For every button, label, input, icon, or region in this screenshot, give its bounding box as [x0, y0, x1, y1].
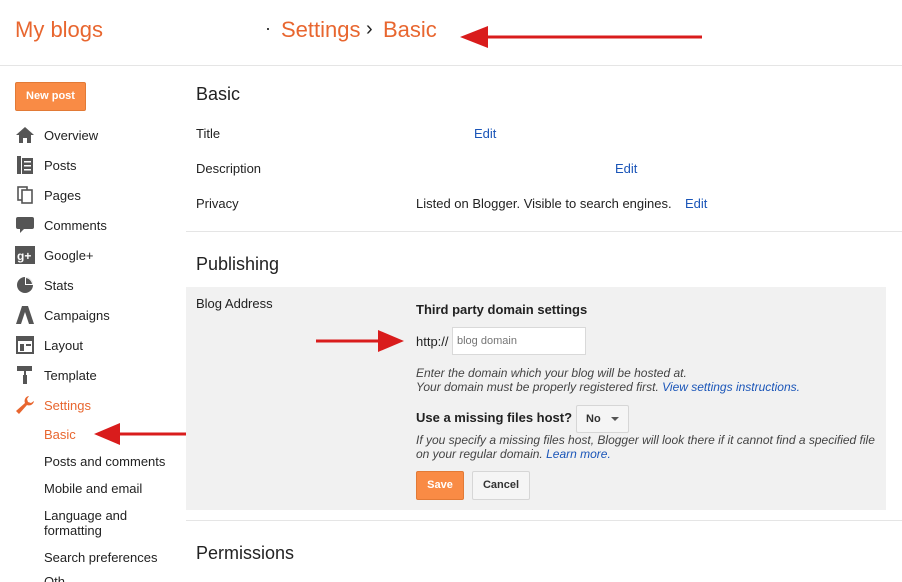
- missing-files-host-select[interactable]: No: [576, 405, 629, 433]
- breadcrumb-settings[interactable]: Settings: [281, 17, 361, 43]
- learn-more-link[interactable]: Learn more.: [546, 447, 611, 461]
- sidebar-item-stats[interactable]: Stats: [15, 274, 74, 296]
- breadcrumb-separator: ›: [366, 18, 373, 40]
- sidebar-subitem-mobile-and-email[interactable]: Mobile and email: [44, 481, 142, 496]
- domain-help-line-2: Your domain must be properly registered …: [416, 380, 800, 394]
- permissions-section-title: Permissions: [196, 543, 295, 563]
- sidebar-item-label: Layout: [44, 337, 84, 353]
- svg-text:g+: g+: [17, 249, 31, 263]
- privacy-value: Listed on Blogger. Visible to search eng…: [416, 196, 672, 211]
- publishing-section-title: Publishing: [196, 254, 280, 274]
- missing-files-host-label: Use a missing files host?: [416, 410, 573, 425]
- settings-instructions-link[interactable]: View settings instructions.: [662, 380, 800, 394]
- sidebar-subitem-basic[interactable]: Basic: [44, 427, 76, 442]
- blog-domain-input[interactable]: [452, 327, 586, 355]
- sidebar-subitem-other[interactable]: Oth: [44, 574, 65, 582]
- privacy-label: Privacy: [196, 196, 239, 211]
- sidebar-item-layout[interactable]: Layout: [15, 334, 83, 356]
- sidebar-item-template[interactable]: Template: [15, 364, 97, 386]
- posts-icon: [15, 156, 35, 174]
- paint-roller-icon: [15, 366, 35, 384]
- pie-chart-icon: [15, 276, 35, 294]
- blog-address-panel: [186, 287, 886, 510]
- sidebar-subitem-search-preferences[interactable]: Search preferences: [44, 550, 157, 565]
- missing-host-help-text: on your regular domain.: [416, 447, 543, 461]
- sidebar-item-comments[interactable]: Comments: [15, 214, 107, 236]
- domain-help-text: Your domain must be properly registered …: [416, 380, 659, 394]
- sidebar-item-label: Stats: [44, 277, 74, 293]
- sidebar-item-label: Overview: [44, 127, 99, 143]
- chevron-down-icon: [610, 417, 619, 421]
- title-edit-link[interactable]: Edit: [474, 126, 496, 141]
- annotation-arrow-header: [460, 26, 702, 48]
- sidebar-item-google-plus[interactable]: g+ Google+: [15, 244, 94, 266]
- sidebar-item-label: Settings: [44, 397, 91, 413]
- save-button[interactable]: Save: [416, 471, 464, 500]
- sidebar-subitem-posts-and-comments[interactable]: Posts and comments: [44, 454, 165, 469]
- sidebar-item-overview[interactable]: Overview: [15, 124, 98, 146]
- http-prefix: http://: [416, 334, 449, 349]
- breadcrumb-basic: Basic: [383, 17, 437, 42]
- comment-icon: [15, 216, 35, 234]
- top-header: My blogs · Settings › Basic: [0, 0, 902, 66]
- missing-files-host-value: No: [586, 413, 601, 425]
- description-label: Description: [196, 161, 262, 176]
- privacy-edit-link[interactable]: Edit: [685, 196, 707, 211]
- missing-host-help-line-2: on your regular domain. Learn more.: [416, 447, 611, 461]
- sidebar-item-label: Google+: [44, 247, 94, 263]
- sidebar-item-label: Posts: [44, 157, 77, 173]
- home-icon: [15, 126, 35, 144]
- sidebar-item-label: Campaigns: [44, 307, 110, 323]
- title-label: Title: [196, 126, 221, 141]
- layout-icon: [15, 336, 35, 354]
- sidebar-item-posts[interactable]: Posts: [15, 154, 77, 176]
- annotation-arrow-domain: [316, 330, 404, 352]
- sidebar-item-pages[interactable]: Pages: [15, 184, 81, 206]
- sidebar-item-campaigns[interactable]: Campaigns: [15, 304, 110, 326]
- section-divider: [186, 520, 902, 521]
- sidebar-item-label: Comments: [44, 217, 107, 233]
- basic-section-title: Basic: [196, 84, 241, 104]
- breadcrumb-dot: ·: [265, 18, 271, 38]
- domain-help-line-1: Enter the domain which your blog will be…: [416, 366, 687, 380]
- google-plus-icon: g+: [15, 246, 35, 264]
- sidebar-item-label: Template: [44, 367, 97, 383]
- sidebar-item-settings[interactable]: Settings: [15, 394, 91, 416]
- section-divider: [186, 231, 902, 232]
- wrench-icon: [15, 396, 35, 414]
- sidebar-item-label: Pages: [44, 187, 81, 203]
- missing-host-help-line-1: If you specify a missing files host, Blo…: [416, 433, 875, 447]
- blog-address-label: Blog Address: [196, 296, 273, 311]
- third-party-domain-heading: Third party domain settings: [416, 302, 588, 317]
- new-post-button[interactable]: New post: [15, 82, 86, 111]
- description-edit-link[interactable]: Edit: [615, 161, 637, 176]
- sidebar-subitem-language-and-formatting[interactable]: Language and formatting: [44, 508, 144, 538]
- cancel-button[interactable]: Cancel: [472, 471, 530, 500]
- app-title[interactable]: My blogs: [15, 17, 103, 43]
- pages-icon: [15, 186, 35, 204]
- campaigns-icon: [15, 306, 35, 324]
